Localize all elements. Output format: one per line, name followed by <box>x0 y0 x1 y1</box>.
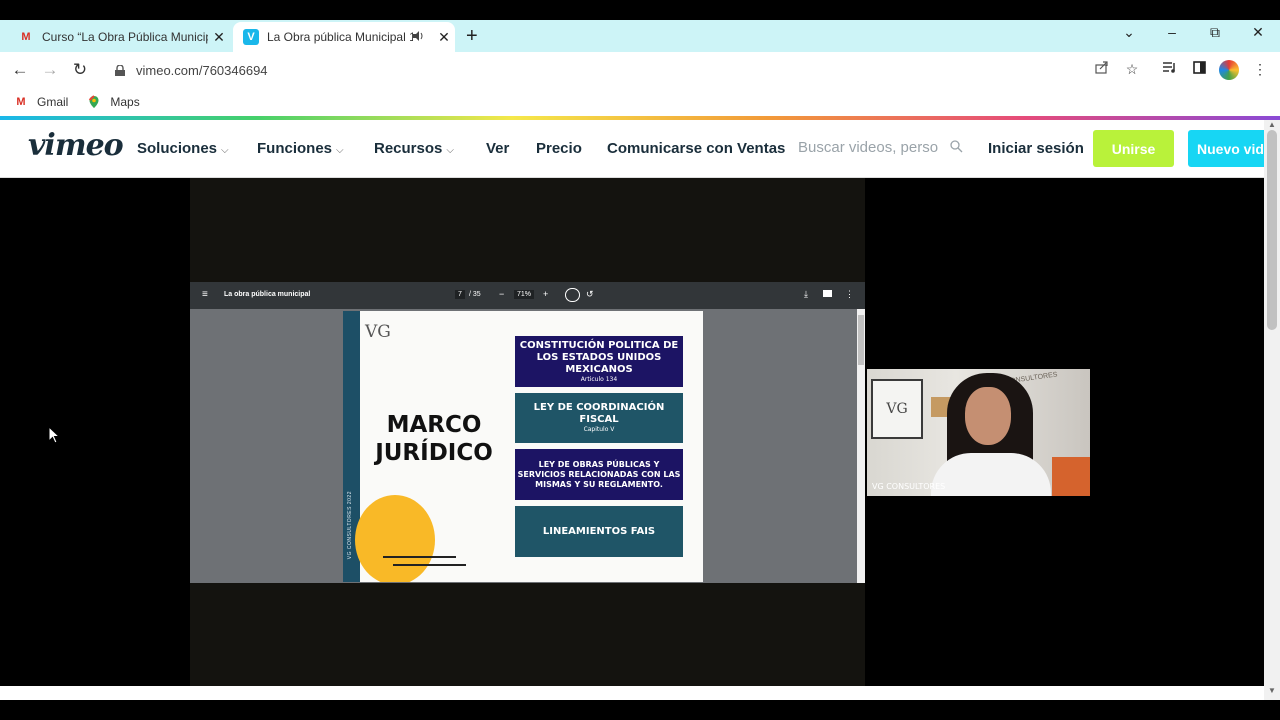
maps-icon <box>86 95 102 109</box>
tab-title: La Obra pública Municipal 1 <box>267 30 413 44</box>
yellow-circle-decoration <box>355 495 435 582</box>
pdf-scrollbar <box>857 309 865 583</box>
nav-soluciones[interactable]: Soluciones ⌵ <box>137 140 229 157</box>
bookmarks-bar: M Gmail Maps <box>0 88 1280 116</box>
lock-icon <box>115 64 125 76</box>
webcam-person-body <box>931 453 1051 496</box>
law-box-title: LEY DE OBRAS PÚBLICAS Y SERVICIOS RELACI… <box>517 459 681 489</box>
nav-funciones[interactable]: Funciones ⌵ <box>257 140 344 157</box>
nav-ver[interactable]: Ver <box>486 140 509 157</box>
profile-avatar[interactable] <box>1219 60 1239 80</box>
join-button[interactable]: Unirse <box>1093 130 1174 167</box>
law-box: LINEAMIENTOS FAIS <box>515 506 683 557</box>
tab-close-button[interactable]: ✕ <box>433 29 455 46</box>
kebab-menu-icon[interactable]: ⋮ <box>1250 61 1270 78</box>
search-icon[interactable] <box>950 140 963 156</box>
page-bottom-strip <box>0 686 1264 700</box>
vimeo-logo[interactable]: vimeo <box>28 128 124 163</box>
pdf-zoom-level: 71% <box>514 290 535 299</box>
reload-button[interactable]: ↻ <box>69 60 91 80</box>
nav-label: Funciones <box>257 140 333 157</box>
media-controls-icon[interactable] <box>1159 61 1179 77</box>
rotate-icon: ↺ <box>586 289 594 299</box>
slide-vertical-text: VG CONSULTORES 2022 <box>347 491 353 560</box>
vg-logo: VG <box>365 322 391 342</box>
new-video-button[interactable]: Nuevo vid <box>1188 130 1264 167</box>
browser-toolbar: ← → ↻ vimeo.com/760346694 ☆ ⋮ <box>0 52 1280 88</box>
minimize-button[interactable]: – <box>1152 24 1192 40</box>
side-panel-icon[interactable] <box>1189 61 1209 77</box>
share-icon[interactable] <box>1092 61 1112 77</box>
law-box: LEY DE OBRAS PÚBLICAS Y SERVICIOS RELACI… <box>515 449 683 500</box>
nav-label: Recursos <box>374 140 443 157</box>
hamburger-menu-icon: ≡ <box>202 289 208 300</box>
nav-label: Soluciones <box>137 140 218 157</box>
pdf-doc-title: La obra pública municipal <box>224 291 311 298</box>
bookmark-maps[interactable]: Maps <box>86 95 140 109</box>
print-icon <box>823 290 832 297</box>
law-box: LEY DE COORDINACIÓN FISCAL Capitulo V <box>515 393 683 443</box>
decorative-line <box>383 556 456 558</box>
chevron-down-icon: ⌵ <box>221 145 229 156</box>
nav-comunicarse[interactable]: Comunicarse con Ventas <box>607 140 785 157</box>
tab-search-button[interactable]: ⌄ <box>1109 24 1149 41</box>
pdf-page-current: 7 <box>455 290 465 299</box>
law-box-subtitle: Articulo 134 <box>580 375 618 383</box>
scroll-up-arrow-icon[interactable]: ▲ <box>1268 120 1276 129</box>
back-button[interactable]: ← <box>9 60 31 80</box>
pdf-toolbar: ≡ La obra pública municipal 7 / 35 − 71%… <box>190 282 865 309</box>
audio-playing-icon[interactable] <box>413 30 427 44</box>
url-text: vimeo.com/760346694 <box>136 62 268 78</box>
login-link[interactable]: Iniciar sesión <box>988 140 1084 157</box>
tab-title: Curso “La Obra Pública Municipal” <box>42 30 208 44</box>
vimeo-header: vimeo Soluciones ⌵ Funciones ⌵ Recursos ⌵ V… <box>0 120 1264 178</box>
bookmark-label: Maps <box>110 95 140 109</box>
webcam-feed: VG CONSULTORES VG CONSULTORES <box>867 369 1090 496</box>
browser-tab-bar: M Curso “La Obra Pública Municipal” ✕ V … <box>0 20 1280 52</box>
scroll-thumb[interactable] <box>1267 130 1277 330</box>
pdf-scroll-thumb <box>858 315 864 365</box>
law-box: CONSTITUCIÓN POLITICA DE LOS ESTADOS UNI… <box>515 336 683 387</box>
address-bar[interactable]: vimeo.com/760346694 <box>104 58 1154 82</box>
vimeo-search-input[interactable]: Buscar videos, perso <box>798 139 968 156</box>
law-box-title: LINEAMIENTOS FAIS <box>542 525 656 537</box>
law-box-subtitle: Capitulo V <box>583 426 615 433</box>
slide-title: MARCO JURÍDICO <box>375 412 493 466</box>
forward-button[interactable]: → <box>39 60 61 80</box>
screen: M Curso “La Obra Pública Municipal” ✕ V … <box>0 0 1280 720</box>
tab-close-button[interactable]: ✕ <box>208 29 230 46</box>
slide-page: VG CONSULTORES 2022 VG MARCO JURÍDICO CO… <box>343 311 703 582</box>
bookmark-gmail[interactable]: M Gmail <box>13 95 68 109</box>
zoom-in-icon: + <box>543 289 549 299</box>
decorative-line <box>393 564 466 566</box>
webcam-frame-logo: VG <box>871 379 923 439</box>
pdf-page-total: / 35 <box>469 291 481 298</box>
zoom-out-icon: − <box>499 289 505 299</box>
bookmark-label: Gmail <box>37 95 69 109</box>
gmail-icon: M <box>16 96 26 108</box>
more-options-icon: ⋮ <box>845 289 854 299</box>
download-icon: ⤓ <box>804 289 808 299</box>
fit-page-icon <box>565 288 580 302</box>
window-close-button[interactable]: ✕ <box>1238 24 1278 41</box>
law-box-title: CONSTITUCIÓN POLITICA DE LOS ESTADOS UNI… <box>519 339 679 375</box>
restore-button[interactable]: ⧉ <box>1195 24 1235 41</box>
nav-precio[interactable]: Precio <box>536 140 582 157</box>
scroll-down-arrow-icon[interactable]: ▼ <box>1268 686 1276 695</box>
tab-gmail-course[interactable]: M Curso “La Obra Pública Municipal” ✕ <box>8 22 230 52</box>
new-tab-button[interactable]: + <box>466 26 478 46</box>
bookmark-star-icon[interactable]: ☆ <box>1122 61 1142 78</box>
webcam-person-face <box>965 387 1011 445</box>
mouse-cursor-icon <box>48 425 61 449</box>
nav-recursos[interactable]: Recursos ⌵ <box>374 140 454 157</box>
chevron-down-icon: ⌵ <box>446 145 454 156</box>
gmail-icon: M <box>21 31 31 43</box>
webcam-orange-object <box>1052 457 1090 496</box>
law-box-title: LEY DE COORDINACIÓN FISCAL <box>533 402 665 425</box>
vimeo-icon: V <box>243 29 259 45</box>
tab-vimeo-video[interactable]: V La Obra pública Municipal 1 ✕ <box>233 22 455 52</box>
webcam-name-label: VG CONSULTORES <box>872 482 946 491</box>
chevron-down-icon: ⌵ <box>336 145 344 156</box>
page-scrollbar[interactable]: ▲ ▼ <box>1264 120 1280 700</box>
